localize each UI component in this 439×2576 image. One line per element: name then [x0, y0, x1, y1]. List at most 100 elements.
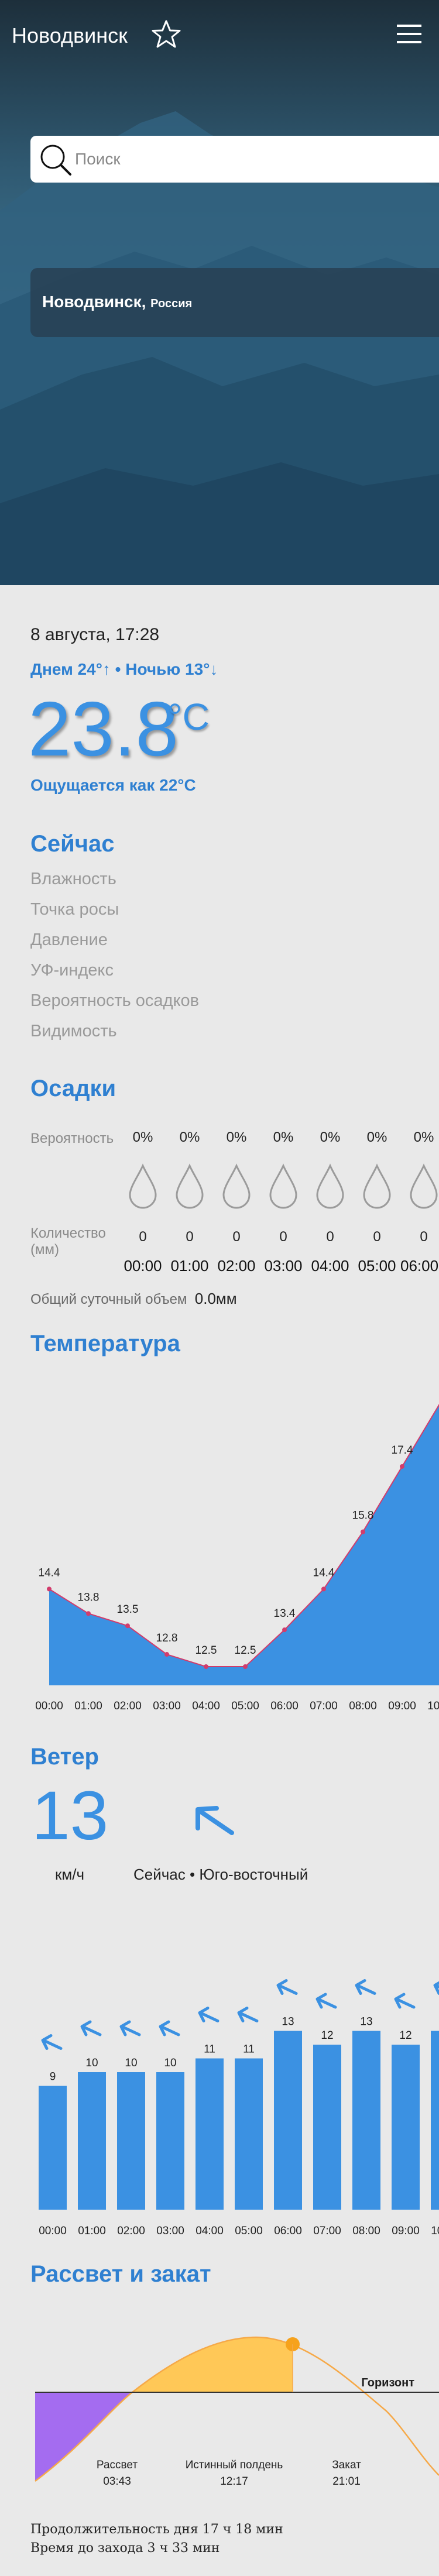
horizon-label: Горизонт [361, 2376, 414, 2389]
search-result-card[interactable]: Новодвинск, Россия [30, 268, 439, 337]
now-section-title: Сейчас [30, 831, 115, 857]
temperature-hour-label: 06:00 [270, 1700, 299, 1712]
raindrop-icon [176, 1163, 204, 1209]
dew-point-label: Точка росы [30, 900, 119, 919]
precip-amount: 0 [420, 1229, 428, 1245]
temperature-point [204, 1664, 208, 1669]
temperature-hour-label: 00:00 [35, 1700, 63, 1712]
wind-arrow-icon [198, 2007, 220, 2022]
wind-value-label: 11 [243, 2043, 255, 2056]
pressure-label: Давление [30, 930, 108, 949]
sun-path-diagram: Горизонт Рассвет 03:43 Истинный полдень … [35, 2336, 439, 2487]
temperature-point [243, 1664, 248, 1669]
search-input[interactable] [75, 146, 426, 172]
probability-value: 0% [132, 1129, 153, 1145]
temperature-point [361, 1529, 365, 1534]
temperature-hour-label: 09:00 [388, 1700, 416, 1712]
wind-hour-label: 05:00 [235, 2225, 263, 2237]
raindrop-icon [269, 1163, 297, 1209]
wind-hour-label: 03:00 [156, 2225, 184, 2237]
precip-amount: 0 [186, 1229, 194, 1245]
temperature-chart: 14.4 00:00 13.8 01:00 13.5 02:00 12.8 03:00 12.5… [35, 1404, 439, 1712]
precip-hour: 01:00 [170, 1257, 209, 1275]
precip-hour: 02:00 [217, 1257, 256, 1275]
top-bar: Новодвинск [0, 0, 439, 70]
precip-amount: 0 [373, 1229, 381, 1245]
wind-hour-label: 07:00 [313, 2225, 341, 2237]
wind-arrow-icon [276, 1979, 298, 1995]
time-until-sunset: Время до захода 3 ч 33 мин [30, 2541, 220, 2556]
temperature-point [125, 1623, 130, 1629]
probability-value: 0% [320, 1129, 341, 1145]
wind-value-label: 13 [360, 2016, 372, 2028]
wind-arrow-icon [433, 1981, 439, 1995]
wind-bar [39, 2086, 67, 2210]
precip-amount: 0 [232, 1229, 241, 1245]
temperature-section-title: Температура [30, 1331, 180, 1356]
wind-arrow-icon [355, 1979, 376, 1995]
wind-arrow-icon [41, 2034, 63, 2050]
amount-unit-label: (мм) [30, 1242, 59, 1258]
solar-noon-time: 12:17 [220, 2475, 248, 2487]
raindrop-icon [129, 1163, 157, 1209]
wind-speed: 13 [32, 1777, 109, 1854]
temperature-hour-label: 05:00 [231, 1700, 259, 1712]
wind-hour-label: 02:00 [117, 2225, 145, 2237]
precip-probability-label: Вероятность осадков [30, 991, 200, 1010]
visibility-label: Видимость [30, 1022, 117, 1040]
search-icon[interactable] [36, 140, 74, 178]
probability-value: 0% [179, 1129, 200, 1145]
probability-value: 0% [413, 1129, 434, 1145]
hero-banner: Новодвинск Новодвинск, Россия [0, 0, 439, 585]
sunset-label: Закат [332, 2459, 361, 2471]
wind-hour-label: 10:00 [431, 2225, 439, 2237]
precip-hour: 03:00 [264, 1257, 303, 1275]
temperature-area [49, 1404, 439, 1685]
wind-arrow-icon [119, 2020, 141, 2036]
precip-hour: 05:00 [358, 1257, 396, 1275]
hamburger-menu-icon[interactable] [396, 22, 423, 46]
temperature-point [164, 1652, 169, 1657]
probability-value: 0% [273, 1129, 294, 1145]
temperature-hour-label: 03:00 [153, 1700, 181, 1712]
raindrop-icon [410, 1163, 438, 1209]
precip-amount: 0 [279, 1229, 287, 1245]
star-favorite-icon[interactable] [149, 18, 184, 53]
temperature-point [282, 1627, 287, 1633]
wind-arrow-icon [394, 1993, 416, 2009]
wind-value-label: 13 [282, 2016, 294, 2028]
sunrise-label: Рассвет [97, 2459, 138, 2471]
temperature-value-label: 13.5 [117, 1603, 139, 1616]
wind-value-label: 10 [125, 2057, 137, 2069]
search-box[interactable] [30, 136, 439, 183]
temperature-value-label: 12.5 [196, 1644, 217, 1657]
precip-hour: 00:00 [124, 1257, 162, 1275]
uv-index-label: УФ-индекс [30, 961, 114, 980]
temperature-value-label: 15.8 [352, 1510, 374, 1522]
raindrop-icon [363, 1163, 391, 1209]
temperature-value-label: 12.8 [156, 1632, 178, 1644]
wind-value-label: 10 [164, 2057, 176, 2069]
solar-noon-label: Истинный полдень [186, 2459, 283, 2471]
temperature-value-label: 17.4 [392, 1444, 413, 1457]
wind-bar [392, 2045, 420, 2210]
precip-hour: 04:00 [311, 1257, 349, 1275]
wind-hour-label: 06:00 [274, 2225, 302, 2237]
wind-value-label: 9 [50, 2071, 56, 2083]
temperature-hour-label: 04:00 [192, 1700, 220, 1712]
probability-value: 0% [226, 1129, 247, 1145]
wind-hour-label: 09:00 [392, 2225, 420, 2237]
wind-now-description: Сейчас • Юго-восточный [133, 1866, 308, 1883]
temperature-hour-label: 08:00 [349, 1700, 377, 1712]
probability-value: 0% [366, 1129, 387, 1145]
sunset-time: 21:01 [332, 2475, 361, 2487]
temperature-unit: °C [167, 696, 210, 738]
day-night-temps: Днем 24°↑ • Ночью 13°↓ [30, 660, 218, 678]
daily-total-label: Общий суточный объем [30, 1292, 187, 1307]
temperature-point [400, 1464, 404, 1469]
precip-amount: 0 [326, 1229, 334, 1245]
city-title: Новодвинск [12, 23, 128, 47]
wind-bar [431, 2031, 439, 2210]
wind-value-label: 11 [204, 2043, 215, 2056]
result-location: Новодвинск, Россия [42, 293, 192, 311]
